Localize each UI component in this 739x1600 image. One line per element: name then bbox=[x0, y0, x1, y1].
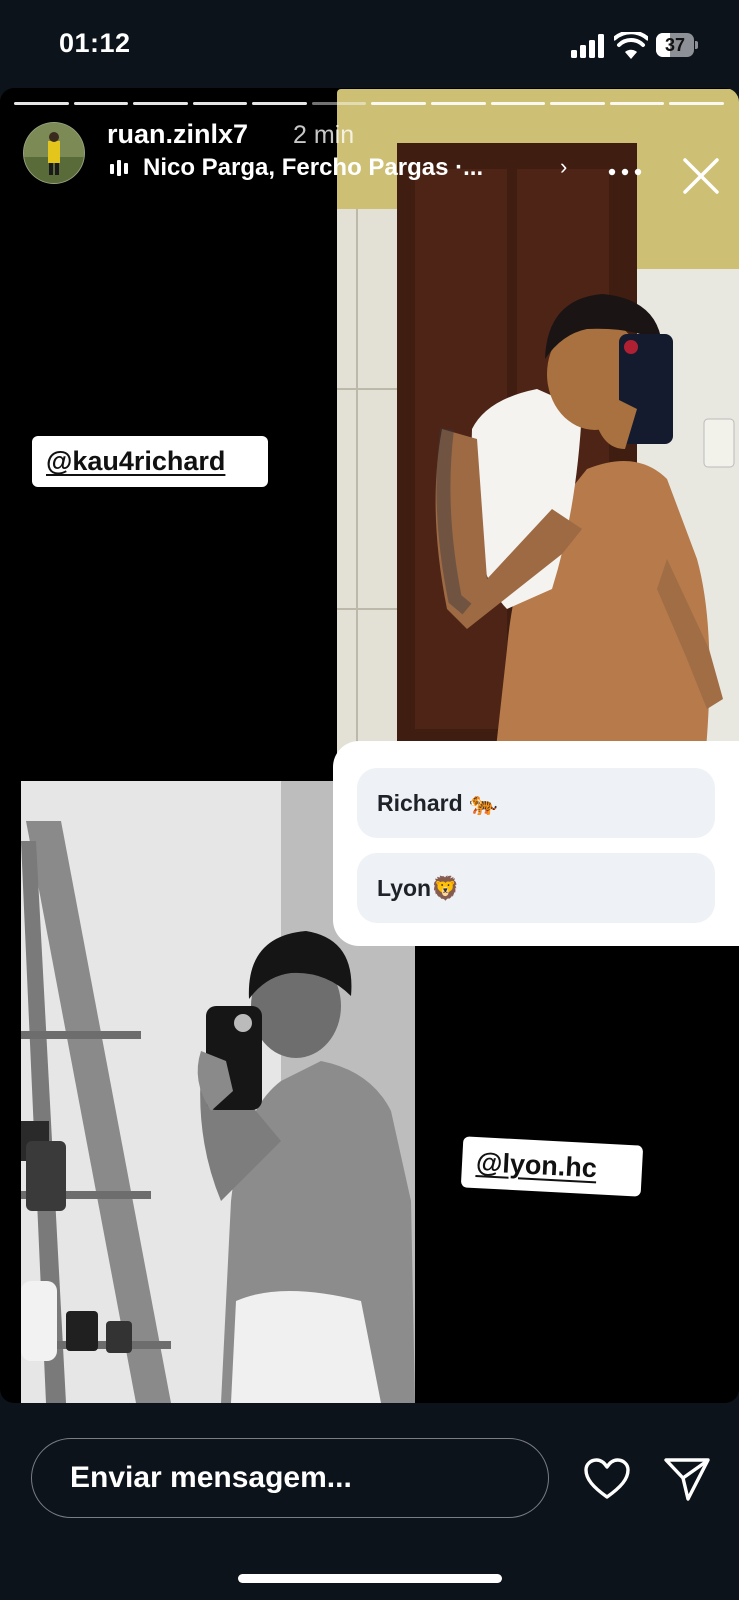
wifi-icon bbox=[614, 32, 648, 59]
progress-segment bbox=[192, 102, 248, 105]
mention-sticker-kau4richard[interactable]: @kau4richard bbox=[32, 436, 268, 487]
signal-icon bbox=[571, 34, 607, 58]
progress-segment bbox=[371, 102, 427, 105]
story-username[interactable]: ruan.zinlx7 bbox=[107, 119, 248, 150]
battery-level: 37 bbox=[664, 35, 686, 55]
heart-icon[interactable] bbox=[583, 1457, 631, 1501]
story-header: ruan.zinlx7 2 min Nico Parga, Fercho Par… bbox=[0, 118, 739, 194]
status-time: 01:12 bbox=[59, 28, 131, 58]
progress-segment bbox=[311, 102, 367, 105]
message-placeholder: Enviar mensagem... bbox=[70, 1461, 352, 1494]
progress-segment bbox=[73, 102, 129, 105]
story-time: 2 min bbox=[293, 121, 355, 149]
mention-sticker-lyon[interactable]: @lyon.hc bbox=[460, 1136, 644, 1197]
poll-option-richard[interactable]: Richard 🐅 bbox=[357, 768, 715, 838]
story-music-label[interactable]: Nico Parga, Fercho Pargas ·... bbox=[143, 154, 483, 182]
message-input[interactable]: Enviar mensagem... bbox=[31, 1438, 549, 1518]
progress-segment bbox=[133, 102, 188, 105]
avatar[interactable] bbox=[23, 122, 85, 184]
progress-segment bbox=[550, 102, 605, 105]
story-progress bbox=[14, 102, 724, 106]
poll-sticker: Richard 🐅 Lyon🦁 bbox=[333, 741, 739, 946]
progress-segment bbox=[14, 102, 69, 105]
story-viewer[interactable]: ruan.zinlx7 2 min Nico Parga, Fercho Par… bbox=[0, 88, 739, 1403]
reply-bar: Enviar mensagem... bbox=[0, 1403, 739, 1600]
poll-option-lyon[interactable]: Lyon🦁 bbox=[357, 853, 715, 923]
more-icon[interactable] bbox=[608, 168, 642, 176]
battery-icon: 37 bbox=[656, 33, 698, 59]
progress-segment bbox=[490, 102, 546, 105]
close-icon[interactable] bbox=[681, 156, 721, 196]
progress-segment bbox=[431, 102, 486, 105]
progress-segment bbox=[669, 102, 724, 105]
progress-segment bbox=[252, 102, 307, 105]
home-indicator[interactable] bbox=[238, 1574, 502, 1583]
send-icon[interactable] bbox=[663, 1456, 711, 1502]
chevron-right-icon[interactable]: › bbox=[560, 154, 567, 180]
music-icon bbox=[110, 160, 128, 176]
story-photo-top bbox=[337, 89, 739, 827]
progress-segment bbox=[609, 102, 665, 105]
status-bar: 01:12 37 bbox=[0, 0, 739, 90]
